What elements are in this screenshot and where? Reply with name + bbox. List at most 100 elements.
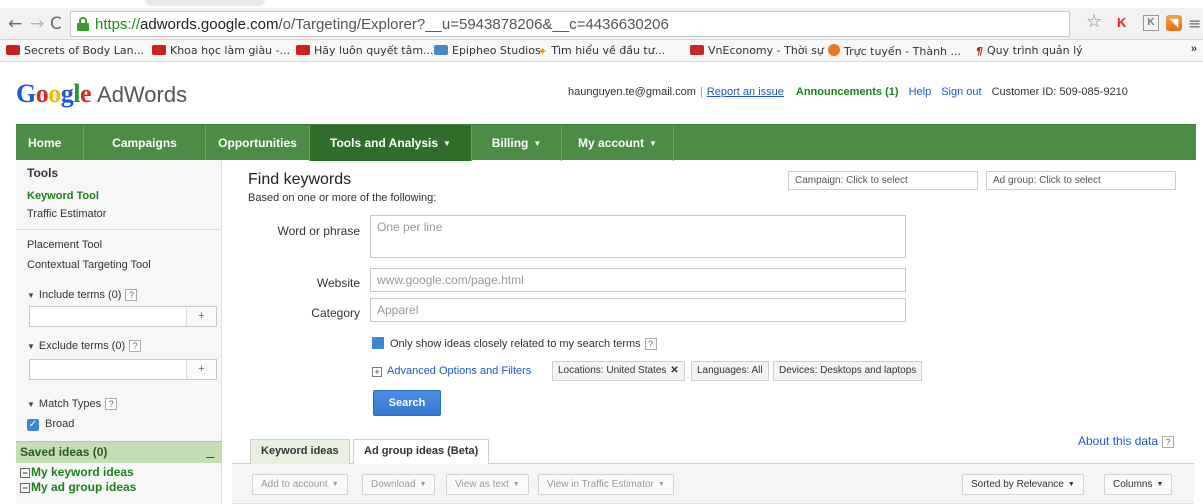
sidebar-item-contextual-targeting[interactable]: Contextual Targeting Tool bbox=[27, 259, 151, 271]
google-logo-text: Google bbox=[16, 79, 92, 108]
ghost-shape bbox=[145, 0, 265, 6]
browser-top-edge bbox=[0, 0, 1203, 8]
view-traffic-estimator-button[interactable]: View in Traffic Estimator ▼ bbox=[538, 474, 674, 495]
youtube-icon bbox=[296, 45, 310, 55]
caret-down-icon: ▼ bbox=[331, 481, 339, 488]
download-button[interactable]: Download ▼ bbox=[362, 474, 436, 495]
youtube-icon bbox=[152, 45, 166, 55]
word-phrase-input[interactable]: One per line bbox=[370, 215, 906, 258]
remove-icon[interactable]: ✕ bbox=[670, 365, 678, 376]
broad-label: Broad bbox=[45, 418, 75, 430]
address-url[interactable]: https://adwords.google.com/o/Targeting/E… bbox=[95, 16, 669, 33]
bookmark-star-icon[interactable]: ☆ bbox=[1086, 11, 1102, 32]
sidebar-item-placement-tool[interactable]: Placement Tool bbox=[27, 239, 102, 251]
lock-icon bbox=[77, 17, 89, 31]
columns-dropdown[interactable]: Columns ▼ bbox=[1104, 474, 1173, 495]
bookmark-item[interactable]: ¶ Quy trình quản lý bbox=[976, 44, 1083, 60]
bookmark-item[interactable]: Khoa học làm giàu -... bbox=[152, 44, 290, 60]
include-terms-toggle[interactable]: ▼ Include terms (0)? bbox=[27, 289, 138, 301]
my-keyword-ideas-link[interactable]: − My keyword ideas bbox=[20, 465, 134, 479]
search-button[interactable]: Search bbox=[373, 390, 441, 416]
sidebar-divider bbox=[16, 229, 222, 230]
view-as-text-button[interactable]: View as text ▼ bbox=[446, 474, 529, 495]
languages-chip[interactable]: Languages: All bbox=[691, 361, 769, 381]
help-icon[interactable]: ? bbox=[125, 289, 138, 301]
bookmark-item[interactable]: VnEconomy - Thời sự bbox=[690, 44, 824, 60]
closely-related-option[interactable]: Only show ideas closely related to my se… bbox=[372, 337, 657, 350]
minimize-icon[interactable]: _ bbox=[206, 442, 214, 458]
product-name: AdWords bbox=[97, 82, 188, 107]
devices-chip[interactable]: Devices: Desktops and laptops bbox=[773, 361, 923, 381]
word-phrase-label: Word or phrase bbox=[277, 224, 360, 238]
category-label: Category bbox=[311, 306, 360, 320]
bookmark-item[interactable]: Hãy luôn quyết tâm... bbox=[296, 44, 434, 60]
my-ad-group-ideas-link[interactable]: − My ad group ideas bbox=[20, 480, 136, 494]
caret-down-icon: ▼ bbox=[649, 139, 657, 148]
caret-down-icon: ▼ bbox=[657, 481, 665, 488]
menu-icon[interactable]: ≡ bbox=[1188, 14, 1201, 33]
website-input[interactable]: www.google.com/page.html bbox=[370, 268, 906, 292]
broad-checkbox[interactable]: ✓ bbox=[27, 419, 39, 431]
bookmark-item[interactable]: Epipheo Studios bbox=[434, 44, 541, 60]
add-to-account-button[interactable]: Add to account ▼ bbox=[252, 474, 348, 495]
campaign-select[interactable]: Campaign: Click to select bbox=[788, 171, 978, 190]
locations-chip[interactable]: Locations: United States ✕ bbox=[552, 361, 685, 381]
advanced-options-toggle[interactable]: + Advanced Options and Filters bbox=[372, 365, 531, 377]
bookmark-item[interactable]: Trực tuyến - Thành ... bbox=[828, 44, 961, 60]
address-bar[interactable]: https://adwords.google.com/o/Targeting/E… bbox=[70, 11, 1070, 37]
category-input[interactable]: Apparel bbox=[370, 298, 906, 322]
extension-keyboard-icon[interactable]: K bbox=[1143, 15, 1159, 31]
rss-icon[interactable]: ◥ bbox=[1166, 15, 1182, 31]
nav-opportunities[interactable]: Opportunities bbox=[206, 125, 310, 161]
adwords-logo[interactable]: Google AdWords bbox=[16, 79, 187, 109]
nav-tools-and-analysis[interactable]: Tools and Analysis ▼ bbox=[310, 125, 472, 161]
help-icon[interactable]: ? bbox=[1162, 436, 1175, 448]
exclude-terms-input[interactable]: + bbox=[29, 359, 217, 380]
reload-icon[interactable]: C bbox=[50, 14, 62, 34]
report-issue-link[interactable]: Report an issue bbox=[707, 86, 784, 98]
add-exclude-term-button[interactable]: + bbox=[186, 360, 216, 379]
triangle-down-icon: ▼ bbox=[27, 400, 35, 409]
add-include-term-button[interactable]: + bbox=[186, 307, 216, 326]
tab-keyword-ideas[interactable]: Keyword ideas bbox=[250, 439, 350, 464]
saved-ideas-title: Saved ideas (0) bbox=[20, 445, 108, 459]
qt-logo-icon: ¶ bbox=[976, 45, 983, 58]
page-title: Find keywords bbox=[248, 171, 352, 188]
bookmark-item[interactable]: ✦ Tìm hiểu về đầu tư... bbox=[538, 44, 665, 60]
help-link[interactable]: Help bbox=[909, 86, 932, 98]
help-icon[interactable]: ? bbox=[129, 340, 142, 352]
sign-out-link[interactable]: Sign out bbox=[941, 86, 981, 98]
bookmarks-overflow-icon[interactable]: » bbox=[1191, 43, 1197, 55]
forward-arrow-icon[interactable]: → bbox=[30, 14, 44, 34]
back-arrow-icon[interactable]: ← bbox=[8, 14, 22, 34]
nav-billing[interactable]: Billing ▼ bbox=[472, 125, 562, 161]
nav-campaigns[interactable]: Campaigns bbox=[84, 125, 206, 161]
tab-ad-group-ideas[interactable]: Ad group ideas (Beta) bbox=[353, 439, 490, 465]
about-data-link[interactable]: About this data? bbox=[1078, 434, 1175, 448]
nav-home[interactable]: Home bbox=[16, 125, 84, 161]
adgroup-select[interactable]: Ad group: Click to select bbox=[986, 171, 1176, 190]
help-icon[interactable]: ? bbox=[105, 398, 118, 410]
exclude-terms-toggle[interactable]: ▼ Exclude terms (0)? bbox=[27, 340, 142, 352]
bookmark-item[interactable]: Secrets of Body Lan... bbox=[6, 44, 144, 60]
user-email: haunguyen.te@gmail.com bbox=[568, 86, 696, 98]
main-nav: Home Campaigns Opportunities Tools and A… bbox=[16, 124, 1196, 161]
nav-my-account[interactable]: My account ▼ bbox=[562, 125, 674, 161]
help-icon[interactable]: ? bbox=[644, 338, 657, 350]
customer-id: Customer ID: 509-085-9210 bbox=[991, 86, 1128, 98]
vneconomy-icon bbox=[690, 45, 704, 55]
sidebar-item-keyword-tool[interactable]: Keyword Tool bbox=[27, 190, 99, 202]
announcements-link[interactable]: Announcements (1) bbox=[796, 86, 899, 98]
sidebar-item-traffic-estimator[interactable]: Traffic Estimator bbox=[27, 208, 106, 220]
extension-k-icon[interactable]: K bbox=[1117, 15, 1126, 31]
saved-ideas-header[interactable]: Saved ideas (0) _ bbox=[16, 441, 222, 463]
url-host: adwords.google.com bbox=[140, 16, 279, 33]
sort-dropdown[interactable]: Sorted by Relevance ▼ bbox=[962, 474, 1084, 495]
match-types-toggle[interactable]: ▼ Match Types? bbox=[27, 398, 118, 410]
url-scheme: https:// bbox=[95, 16, 141, 33]
epipheo-icon bbox=[434, 45, 448, 55]
closely-related-checkbox[interactable] bbox=[372, 337, 384, 349]
caret-down-icon: ▼ bbox=[419, 481, 427, 488]
left-sidebar: Tools Keyword Tool Traffic Estimator Pla… bbox=[16, 160, 222, 504]
include-terms-input[interactable]: + bbox=[29, 306, 217, 327]
